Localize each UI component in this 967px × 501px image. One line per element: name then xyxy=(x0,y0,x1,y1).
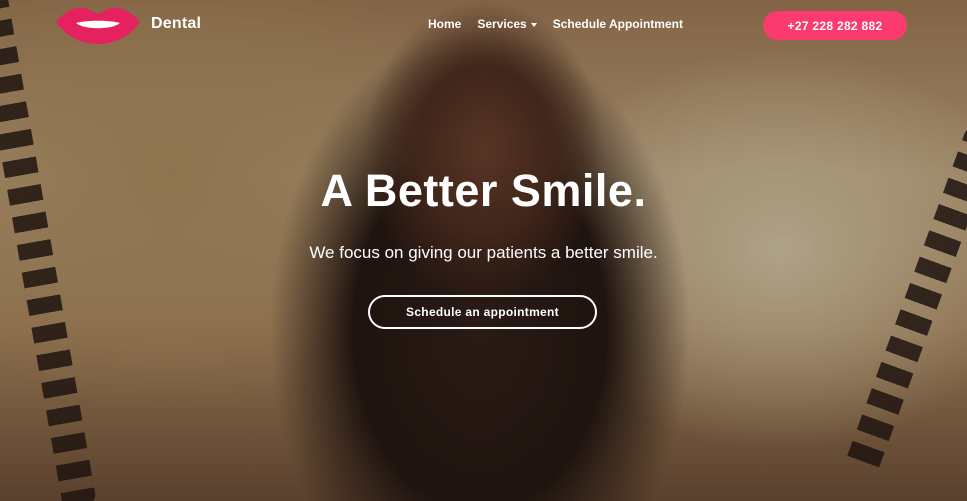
nav-menu: Home Services Schedule Appointment xyxy=(428,17,683,31)
nav-item-schedule-appointment[interactable]: Schedule Appointment xyxy=(553,17,683,31)
chevron-down-icon xyxy=(530,22,537,27)
nav-item-home[interactable]: Home xyxy=(428,17,461,31)
nav-item-services-label: Services xyxy=(477,17,527,31)
nav-item-services[interactable]: Services xyxy=(477,17,537,31)
hero-headline: A Better Smile. xyxy=(320,165,647,216)
hero-subline: We focus on giving our patients a better… xyxy=(309,243,658,262)
hero-section: Dental Home Services Schedule Appointmen… xyxy=(0,0,967,501)
brand-name[interactable]: Dental xyxy=(151,15,201,33)
navbar: Dental Home Services Schedule Appointmen… xyxy=(0,0,967,50)
schedule-appointment-button[interactable]: Schedule an appointment xyxy=(368,295,597,329)
lips-logo-icon[interactable] xyxy=(54,2,142,46)
phone-button[interactable]: +27 228 282 882 xyxy=(763,11,907,40)
